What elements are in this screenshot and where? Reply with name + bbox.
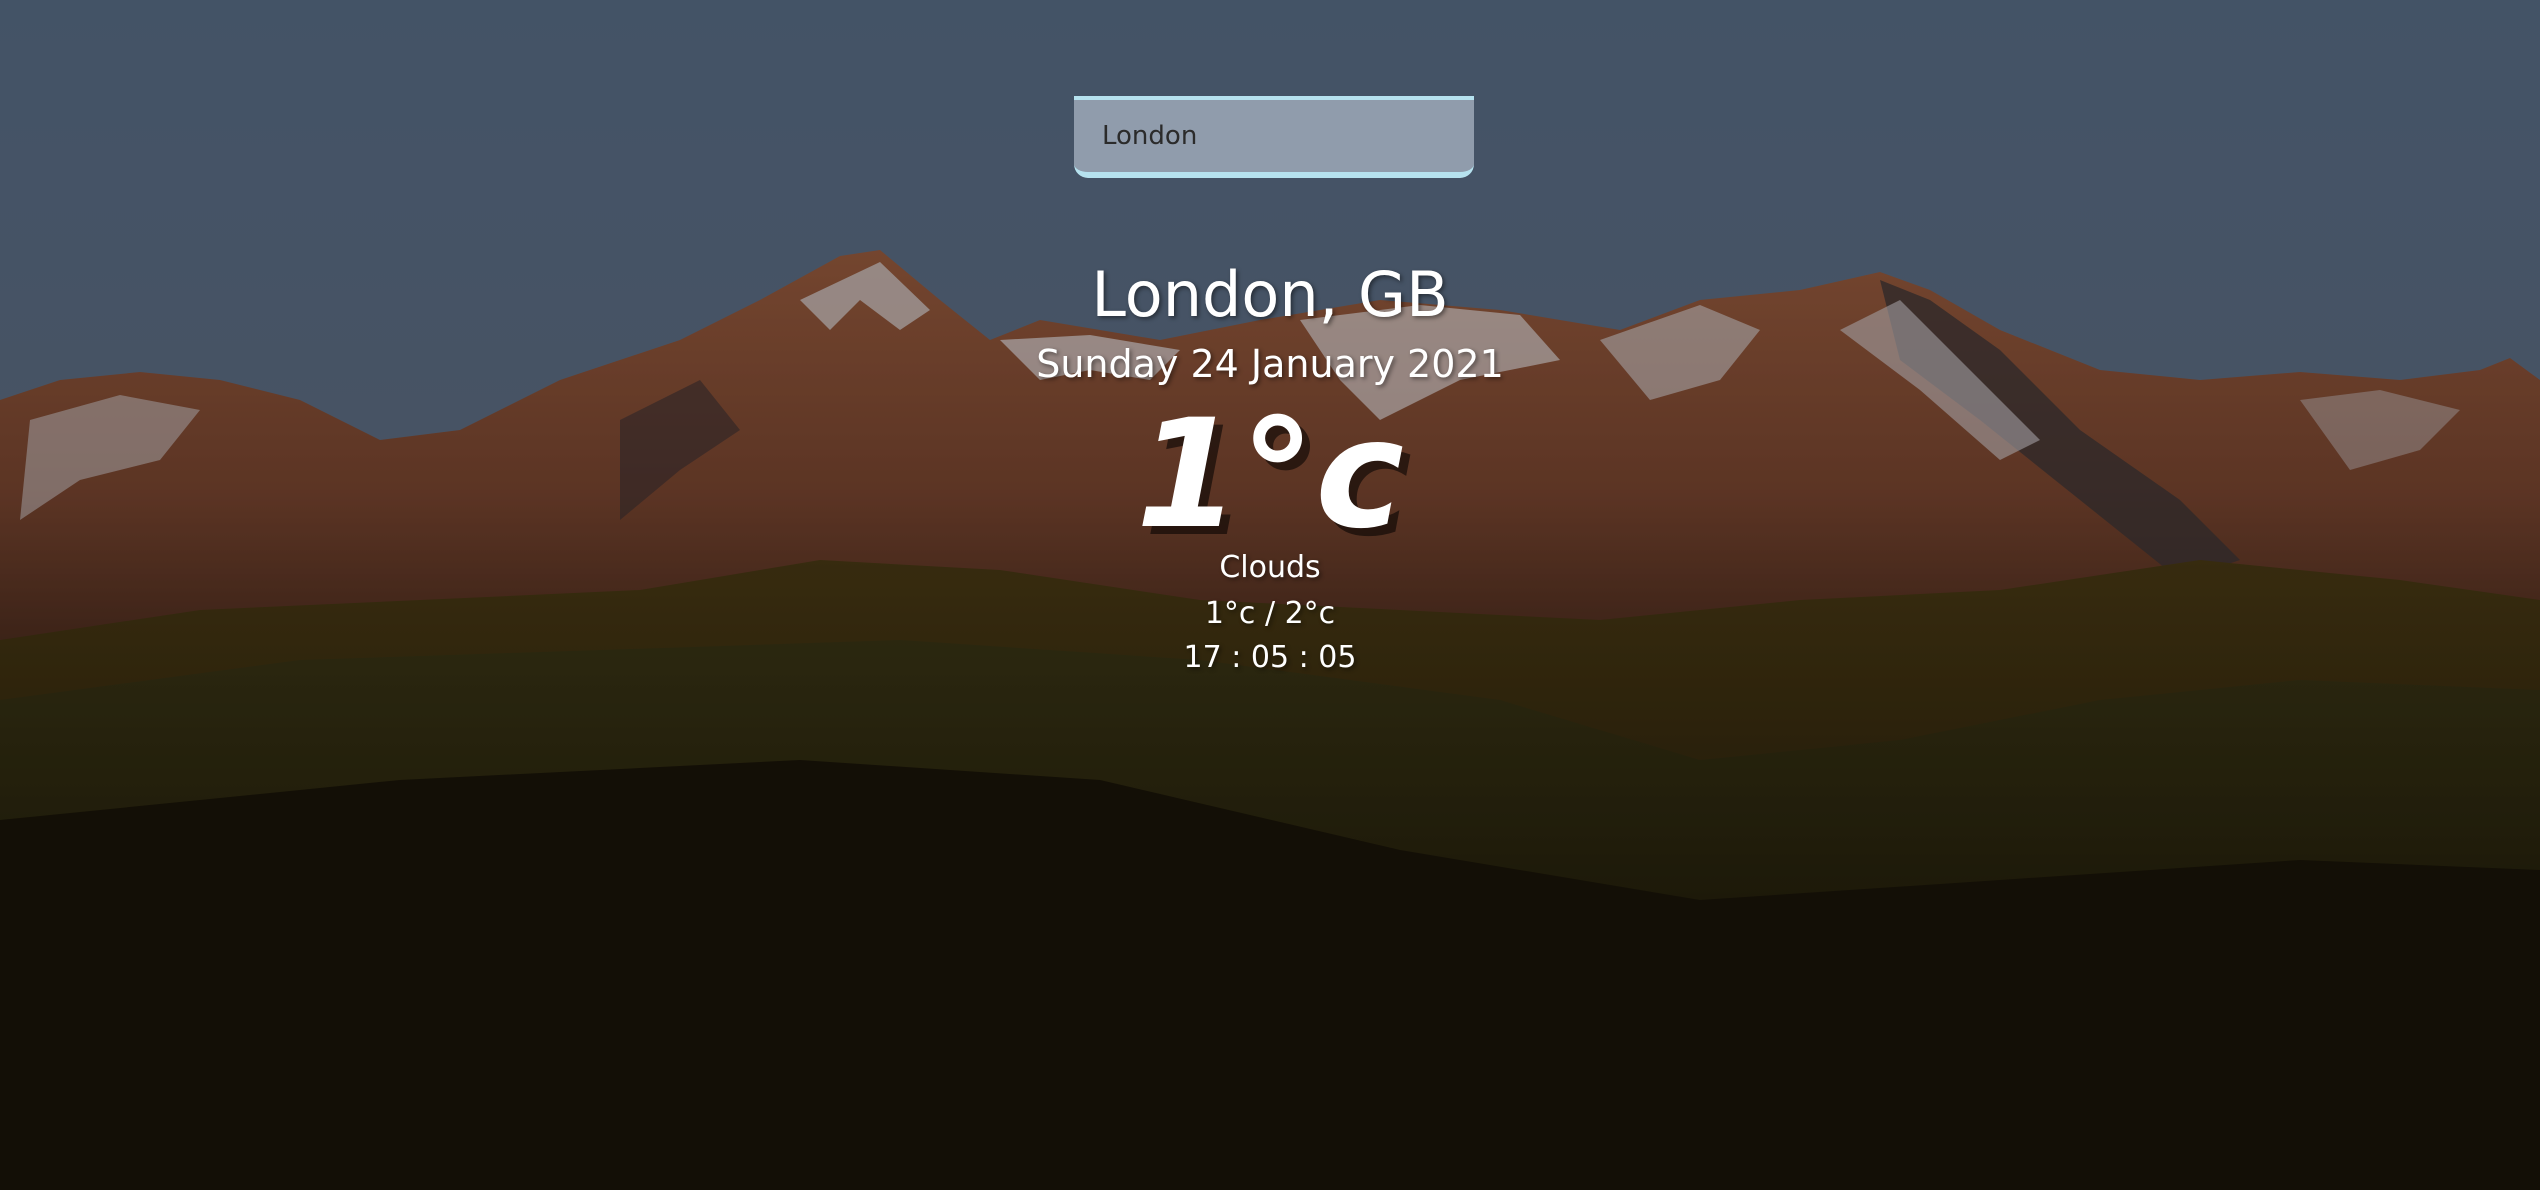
current-temperature: 1°c (1135, 388, 1405, 562)
current-time: 17 : 05 : 05 (1183, 640, 1357, 675)
current-date: Sunday 24 January 2021 (1036, 342, 1504, 386)
weather-app: London, GB Sunday 24 January 2021 1°c Cl… (0, 0, 2540, 1190)
search-input[interactable] (1074, 96, 1474, 178)
min-max-temperature: 1°c / 2°c (1204, 596, 1336, 631)
location-name: London, GB (1091, 258, 1449, 331)
weather-condition: Clouds (1219, 550, 1321, 585)
search-bar (1074, 96, 1474, 178)
